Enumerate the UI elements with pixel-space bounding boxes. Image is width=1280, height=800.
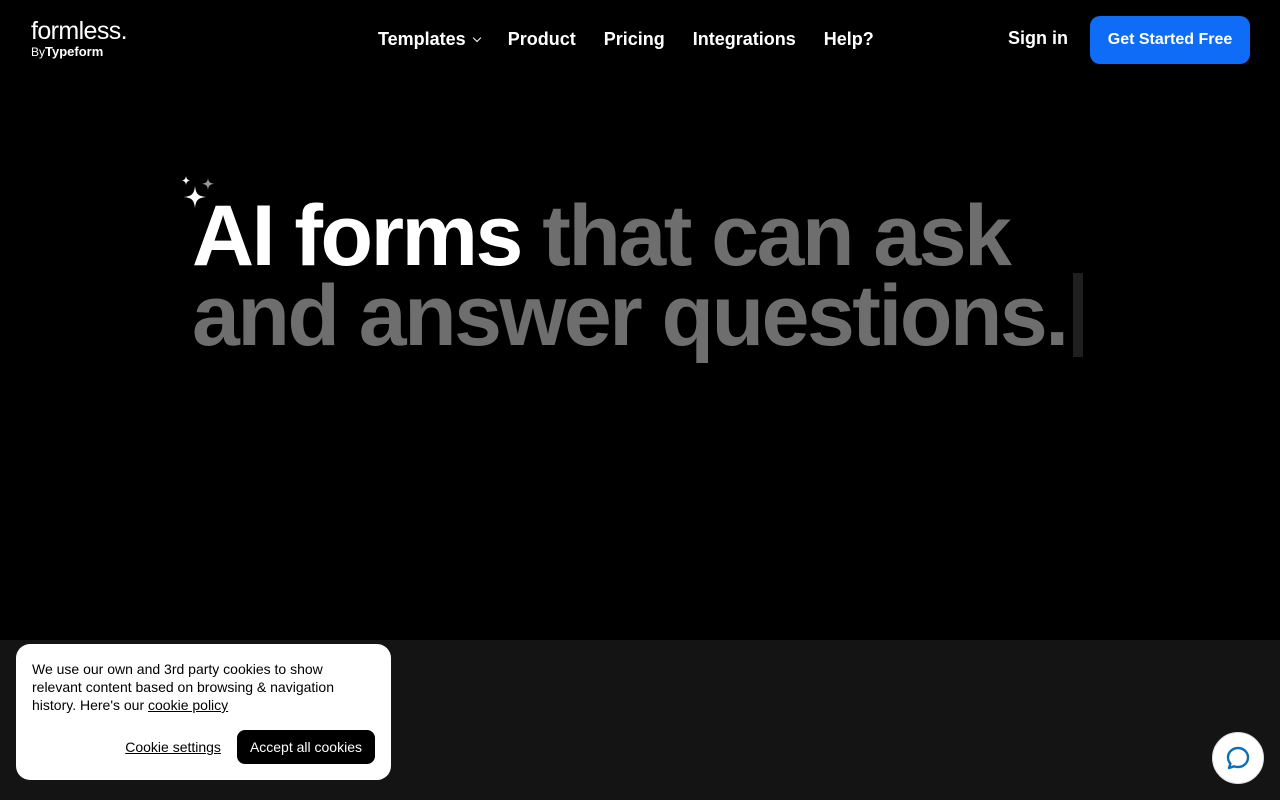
chat-button[interactable]: [1212, 732, 1264, 784]
nav-item-label: Templates: [378, 28, 466, 49]
typing-caret: [1072, 273, 1083, 358]
hero-section: AI forms that can ask and answer questio…: [192, 193, 1092, 359]
sign-in-link[interactable]: Sign in: [1008, 28, 1068, 49]
site-header: formless. ByTypeform Templates Product P…: [0, 0, 1280, 80]
cookie-actions: Cookie settings Accept all cookies: [125, 730, 375, 764]
nav-item-pricing[interactable]: Pricing: [604, 29, 665, 50]
logo-byline: ByTypeform: [31, 44, 127, 60]
get-started-button[interactable]: Get Started Free: [1090, 16, 1250, 64]
chevron-down-icon: [472, 33, 481, 42]
chat-bubble-icon: [1226, 746, 1250, 770]
page: formless. ByTypeform Templates Product P…: [0, 0, 1280, 800]
logo-wordmark: formless.: [31, 17, 128, 45]
hero-headline: AI forms that can ask and answer questio…: [192, 193, 1092, 359]
formless-logo[interactable]: formless. ByTypeform: [31, 17, 128, 60]
accept-cookies-button[interactable]: Accept all cookies: [236, 730, 375, 764]
cookie-policy-link[interactable]: cookie policy: [148, 697, 228, 713]
main-nav: Templates Product Pricing Integrations H…: [378, 28, 874, 50]
nav-item-help[interactable]: Help?: [824, 29, 874, 50]
cookie-banner: We use our own and 3rd party cookies to …: [16, 644, 391, 780]
cookie-text: We use our own and 3rd party cookies to …: [32, 660, 375, 714]
cookie-settings-button[interactable]: Cookie settings: [125, 739, 221, 755]
logo-by-prefix: By: [31, 45, 46, 59]
nav-item-integrations[interactable]: Integrations: [693, 29, 796, 50]
nav-item-templates[interactable]: Templates: [378, 28, 481, 50]
nav-item-product[interactable]: Product: [508, 29, 576, 50]
logo-by-company: Typeform: [45, 44, 104, 59]
